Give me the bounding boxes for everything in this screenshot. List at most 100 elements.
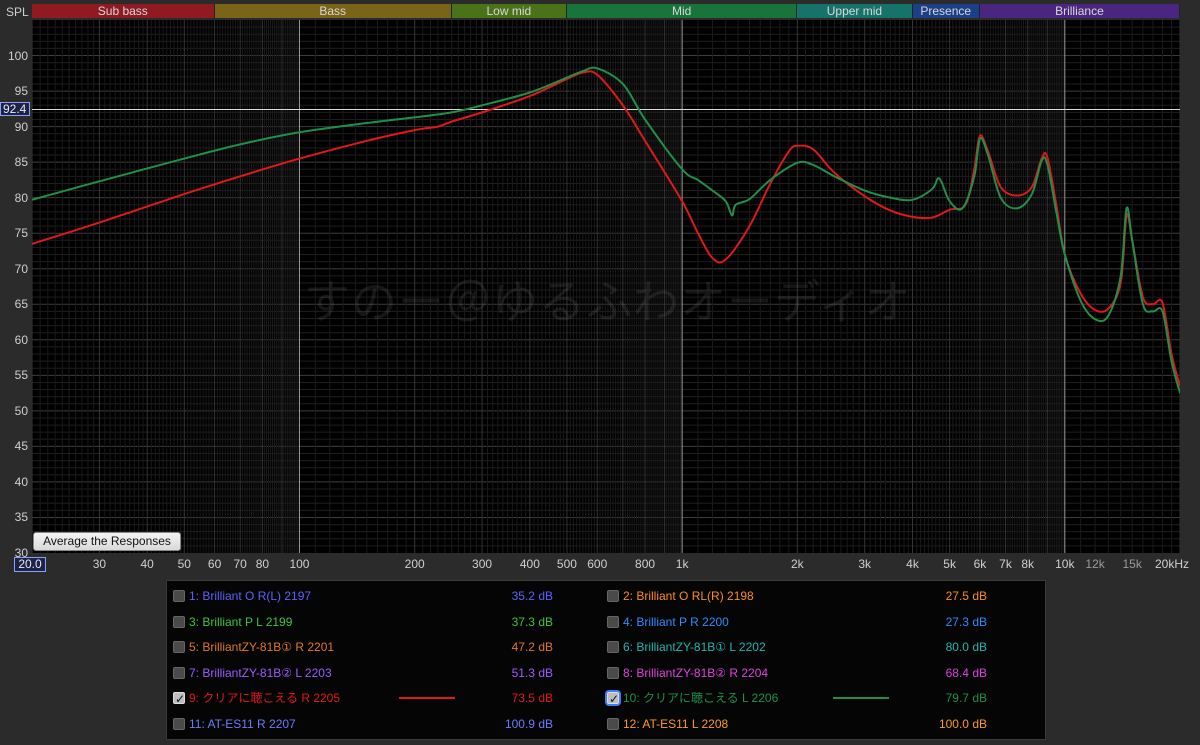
- x-tick-label: 2k: [790, 557, 804, 571]
- cursor-y-readout: 92.4: [0, 102, 30, 116]
- legend-item: 7: BrilliantZY-81B② L 2203 51.3 dB: [167, 663, 597, 683]
- legend-checkbox[interactable]: [173, 666, 185, 679]
- y-tick-label: 55: [14, 368, 28, 383]
- x-tick-label: 15k: [1122, 557, 1142, 571]
- legend-item: 4: Brilliant P R 2200 27.3 dB: [601, 612, 1031, 632]
- y-tick-label: 80: [14, 190, 28, 205]
- legend-value: 79.7 dB: [945, 691, 987, 705]
- y-tick-label: 35: [14, 510, 28, 525]
- legend-value: 27.5 dB: [945, 589, 987, 603]
- x-tick-label: 7k: [999, 557, 1012, 571]
- x-tick-label: 12k: [1085, 557, 1105, 571]
- y-tick-label: 85: [14, 155, 28, 170]
- legend-item: 9: クリアに聴こえる R 2205 73.5 dB: [167, 688, 597, 709]
- legend-checkbox[interactable]: [173, 615, 185, 628]
- x-tick-label: 60: [207, 557, 222, 571]
- legend-value: 27.3 dB: [945, 614, 987, 629]
- band-presence: Presence: [912, 4, 980, 18]
- legend-label: 2: Brilliant O RL(R) 2198: [623, 589, 754, 603]
- legend-panel: 1: Brilliant O R(L) 2197 35.2 dB 2: Brilli…: [166, 580, 1046, 740]
- y-tick-label: 50: [14, 403, 28, 418]
- x-tick-label: 50: [177, 557, 191, 571]
- x-tick-label: 40: [140, 557, 154, 571]
- legend-value: 35.2 dB: [511, 589, 553, 603]
- legend-label: 7: BrilliantZY-81B② L 2203: [189, 665, 332, 680]
- plot-area[interactable]: すのー＠ゆるふわオーディオ: [32, 20, 1180, 553]
- y-tick-label: 70: [14, 261, 28, 276]
- legend-label: 12: AT-ES11 L 2208: [623, 716, 729, 731]
- frequency-response-window: SPL Sub bass Bass Low mid Mid Upper mid Prese…: [0, 0, 1200, 745]
- legend-value: 68.4 dB: [945, 665, 987, 680]
- legend-item: 5: BrilliantZY-81B① R 2201 47.2 dB: [167, 637, 597, 657]
- x-tick-label: 800: [635, 557, 656, 571]
- legend-value: 47.2 dB: [511, 640, 553, 654]
- legend-swatch: [399, 697, 455, 699]
- x-tick-label: 4k: [906, 557, 919, 571]
- legend-label: 1: Brilliant O R(L) 2197: [189, 589, 312, 603]
- legend-swatch: [833, 697, 889, 699]
- y-tick-label: 90: [14, 119, 28, 134]
- band-upper-mid: Upper mid: [797, 4, 913, 18]
- legend-label: 8: BrilliantZY-81B② R 2204: [623, 665, 769, 680]
- x-tick-label: 300: [472, 557, 493, 571]
- legend-item: 3: Brilliant P L 2199 37.3 dB: [167, 612, 597, 632]
- y-tick-label: 45: [14, 439, 28, 454]
- x-tick-label: 600: [587, 557, 608, 571]
- x-tick-label: 80: [255, 557, 270, 571]
- legend-item: 6: BrilliantZY-81B① L 2202 80.0 dB: [601, 637, 1031, 657]
- legend-value: 37.3 dB: [511, 614, 553, 629]
- x-tick-label: 500: [556, 557, 577, 571]
- x-tick-label: 100: [289, 557, 310, 571]
- legend-checkbox[interactable]: [607, 641, 619, 653]
- legend-label: 11: AT-ES11 R 2207: [189, 716, 296, 731]
- x-tick-label: 8k: [1021, 557, 1035, 571]
- legend-checkbox[interactable]: [173, 689, 185, 709]
- x-tick-label: 5k: [943, 557, 956, 571]
- legend-value: 73.5 dB: [511, 691, 553, 705]
- legend-item: 10: クリアに聴こえる L 2206 79.7 dB: [601, 688, 1031, 709]
- x-tick-label: 20kHz: [1154, 557, 1190, 571]
- average-responses-button[interactable]: Average the Responses: [33, 532, 181, 551]
- x-tick-label: 6k: [973, 557, 987, 571]
- legend-item: 11: AT-ES11 R 2207 100.9 dB: [167, 714, 597, 734]
- legend-checkbox[interactable]: [607, 717, 619, 730]
- x-tick-label: 3k: [858, 557, 872, 571]
- y-tick-label: 40: [14, 474, 28, 489]
- frequency-band-bar: Sub bass Bass Low mid Mid Upper mid Presence B…: [32, 4, 1180, 18]
- y-tick-label: 65: [14, 297, 28, 312]
- legend-item: 8: BrilliantZY-81B② R 2204 68.4 dB: [601, 663, 1031, 683]
- legend-checkbox[interactable]: [173, 717, 185, 730]
- x-tick-label: 10k: [1055, 557, 1075, 571]
- y-tick-label: 95: [14, 84, 28, 99]
- legend-label: 10: クリアに聴こえる L 2206: [623, 691, 779, 705]
- legend-value: 100.9 dB: [504, 716, 553, 731]
- legend-label: 6: BrilliantZY-81B① L 2202: [623, 640, 766, 654]
- band-sub-bass: Sub bass: [32, 4, 215, 18]
- x-tick-label: 200: [404, 557, 425, 571]
- legend-checkbox[interactable]: [607, 615, 619, 628]
- band-mid: Mid: [566, 4, 798, 18]
- legend-value: 80.0 dB: [945, 640, 987, 654]
- x-tick-label: 1k: [675, 557, 689, 571]
- cursor-x-readout: 20.0: [14, 557, 46, 572]
- legend-checkbox[interactable]: [607, 590, 619, 602]
- legend-label: 5: BrilliantZY-81B① R 2201: [189, 640, 335, 654]
- legend-item: 1: Brilliant O R(L) 2197 35.2 dB: [167, 586, 597, 606]
- frequency-response-chart: [32, 20, 1180, 553]
- legend-checkbox[interactable]: [173, 641, 185, 653]
- legend-label: 9: クリアに聴こえる R 2205: [189, 691, 341, 705]
- legend-checkbox[interactable]: [607, 666, 619, 679]
- legend-item: 2: Brilliant O RL(R) 2198 27.5 dB: [601, 586, 1031, 606]
- legend-value: 51.3 dB: [511, 665, 553, 680]
- legend-label: 4: Brilliant P R 2200: [623, 614, 729, 629]
- x-tick-label: 400: [519, 557, 540, 571]
- y-tick-label: 60: [14, 332, 28, 347]
- x-tick-label: 70: [233, 557, 247, 571]
- legend-value: 100.0 dB: [938, 716, 987, 731]
- y-axis-label: SPL: [6, 5, 29, 19]
- band-brilliance: Brilliance: [979, 4, 1180, 18]
- legend-label: 3: Brilliant P L 2199: [189, 614, 293, 629]
- band-low-mid: Low mid: [451, 4, 567, 18]
- legend-checkbox[interactable]: [173, 590, 185, 602]
- legend-checkbox[interactable]: [607, 689, 619, 709]
